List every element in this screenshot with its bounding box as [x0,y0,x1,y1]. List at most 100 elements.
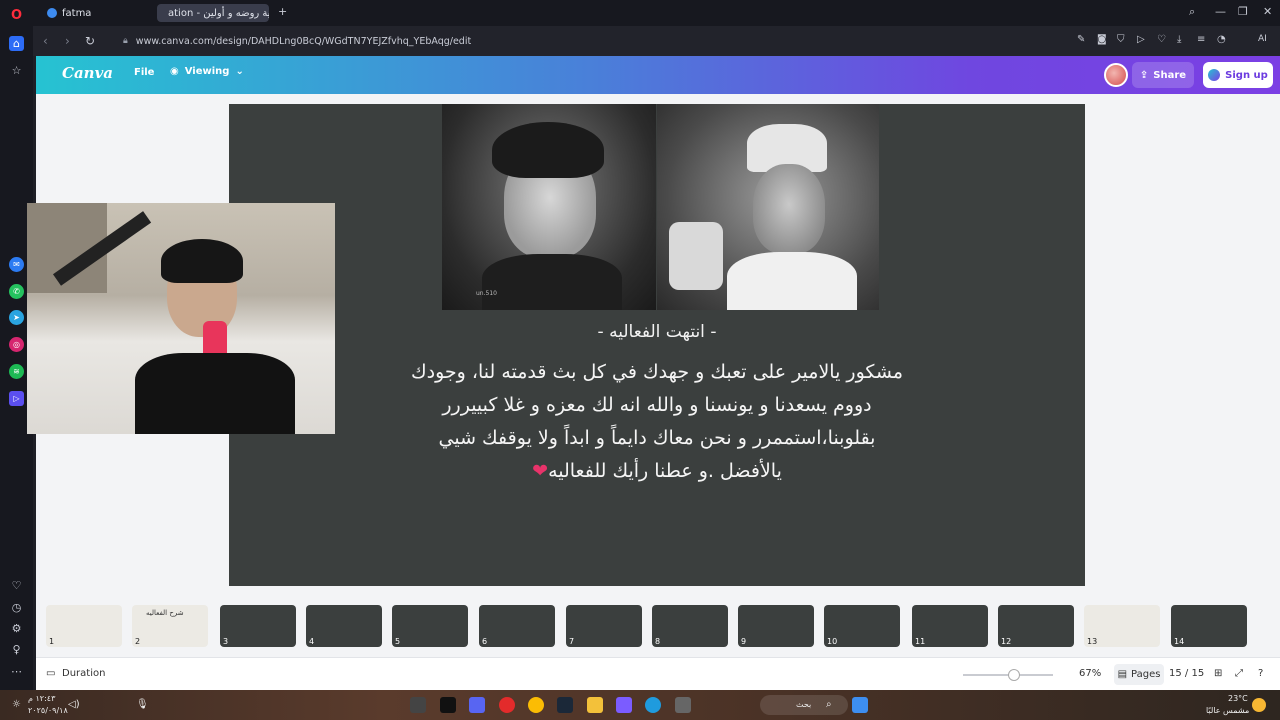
tab-label: fatma [62,7,92,19]
thumbnail-page-4[interactable]: 4 [306,605,382,647]
steam-icon[interactable] [557,697,573,713]
viewing-label: Viewing [184,66,230,77]
instagram-icon[interactable]: ◎ [9,337,24,352]
canva-logo[interactable]: Canva [62,64,113,82]
thumbnail-number: 11 [915,637,926,646]
profile-icon[interactable]: ◔ [1217,34,1226,45]
app-icon-1[interactable] [410,697,426,713]
thumbnail-page-6[interactable]: 6 [479,605,555,647]
tab-canva[interactable]: ation - فعالية روضه و أولين [157,4,269,22]
thumbnail-page-10[interactable]: 10 [824,605,900,647]
restore-icon[interactable]: ❐ [1238,5,1248,18]
home-icon[interactable]: ⌂ [9,36,24,51]
thumbnail-page-7[interactable]: 7 [566,605,642,647]
face-shape [753,164,825,254]
thumbnail-page-13[interactable]: 13 [1084,605,1160,647]
duration-button[interactable]: Duration [62,668,105,679]
messenger-icon[interactable]: ✉ [9,257,24,272]
folder-icon[interactable] [587,697,603,713]
thumbnail-number: 12 [1001,637,1012,646]
ai-button[interactable]: AI [1258,34,1267,44]
thumbnail-page-5[interactable]: 5 [392,605,468,647]
discord-icon[interactable] [469,697,485,713]
tab-fatma[interactable]: fatma [41,4,151,22]
heart-emoji-icon: ❤ [532,460,549,482]
more-icon[interactable]: ⋯ [9,664,24,679]
thumbnail-page-11[interactable]: 11 [912,605,988,647]
slide-canvas[interactable]: un.510 - انتهت الفعاليه - مشكور يالامير … [229,104,1085,586]
chevron-down-icon: ⌄ [235,66,244,77]
settings-icon[interactable]: ⚙ [9,621,24,636]
volume-icon[interactable]: ◁) [68,699,80,710]
fullscreen-icon[interactable]: ⤢ [1235,668,1243,679]
slide-body: مشكور يالامير على تعبك و جهدك في كل بث ق… [407,356,907,488]
canva-mark-icon [1208,69,1221,81]
thumbnail-page-1[interactable]: 1 [46,605,122,647]
thumbnail-number: 1 [49,637,55,646]
thumbnail-number: 10 [827,637,838,646]
back-icon[interactable]: ‹ [43,34,48,48]
camera-icon[interactable]: ◙ [1097,34,1107,45]
weather-temp: 23°C [1228,694,1248,703]
menu-icon[interactable]: ≡ [1197,34,1205,45]
edit-icon[interactable]: ✎ [1077,34,1085,45]
sun-icon[interactable] [1252,698,1266,712]
whatsapp-icon[interactable]: ✆ [9,284,24,299]
photo-right [657,104,879,310]
pages-label: Pages [1131,669,1161,680]
thumbnail-page-14[interactable]: 14 [1171,605,1247,647]
shield-icon[interactable]: ⛉ [1117,34,1125,45]
notification-icon[interactable]: ☼ [12,699,21,710]
tiktok-icon[interactable] [440,697,456,713]
thumbnail-page-9[interactable]: 9 [738,605,814,647]
chrome-icon[interactable] [528,697,544,713]
new-tab-button[interactable]: + [278,5,287,18]
close-icon[interactable]: ✕ [1263,5,1272,18]
spotify-icon[interactable]: ≋ [9,364,24,379]
edge-icon[interactable] [645,697,661,713]
thumbnail-number: 7 [569,637,575,646]
forward-icon[interactable]: › [65,34,70,48]
star-icon[interactable]: ☆ [9,63,24,78]
history-icon[interactable]: ◷ [9,600,24,615]
search-icon[interactable]: ⌕ [1189,5,1195,19]
avatar[interactable] [1104,63,1128,87]
pages-icon: ▤ [1117,669,1128,680]
app-icon-3[interactable] [675,697,691,713]
grid-view-icon[interactable]: ⊞ [1214,668,1222,679]
zoom-slider-handle[interactable] [1008,669,1020,681]
editor-footer: ▭ Duration 67% ▤ Pages 15 / 15 ⊞ ⤢ ? [36,657,1280,690]
download-icon[interactable]: ⤓ [1177,34,1181,45]
pages-button[interactable]: ▤ Pages [1114,664,1164,685]
photo-watermark: un.510 [476,290,497,297]
thumbnail-page-12[interactable]: 12 [998,605,1074,647]
help-icon[interactable]: ? [1258,668,1263,679]
share-button[interactable]: ⇪ Share [1132,62,1194,88]
thobe-shape [727,252,857,310]
bulb-icon[interactable]: ♀ [9,642,24,657]
thumbnail-page-8[interactable]: 8 [652,605,728,647]
phone-shape [669,222,723,290]
url-field[interactable]: 🔒︎ www.canva.com/design/DAHDLng0BcQ/WGdT… [123,31,1243,51]
thumbnail-page-3[interactable]: 3 [220,605,296,647]
telegram-tab-icon [47,8,57,18]
opera-logo-icon[interactable]: O [9,8,24,23]
heart-outline-icon[interactable]: ♡ [1157,34,1166,45]
windows-start-icon[interactable] [852,697,868,713]
reload-icon[interactable]: ↻ [85,34,95,48]
viewing-menu[interactable]: ◉ Viewing ⌄ [170,66,244,77]
play-icon[interactable]: ▷ [1137,34,1145,45]
telegram-icon[interactable]: ➤ [9,310,24,325]
signup-button[interactable]: Sign up [1203,62,1273,88]
minimize-icon[interactable]: — [1215,5,1226,18]
heart-icon[interactable]: ♡ [9,578,24,593]
share-label: Share [1153,69,1187,81]
zoom-level[interactable]: 67% [1079,668,1101,679]
file-menu[interactable]: File [134,67,154,78]
app-icon-2[interactable] [616,697,632,713]
opera-taskbar-icon[interactable] [499,697,515,713]
player-icon[interactable]: ▷ [9,391,24,406]
taskbar-search[interactable]: بحث ⌕ [760,695,848,715]
mic-icon[interactable]: 🎙︎ [136,699,149,710]
thumbnail-page-2[interactable]: شرح الفعاليه 2 [132,605,208,647]
